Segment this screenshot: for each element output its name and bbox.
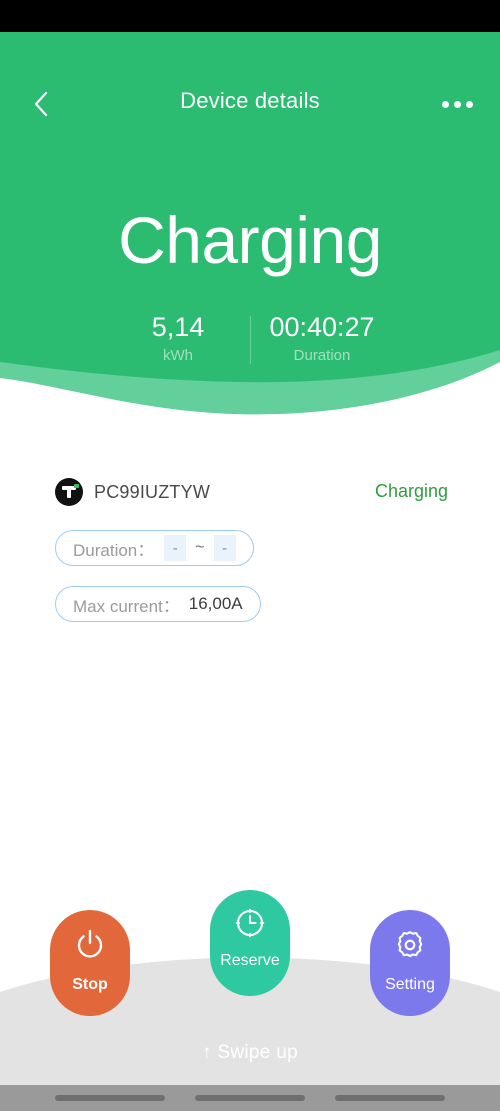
reserve-button-label: Reserve: [220, 952, 280, 969]
setting-button[interactable]: Setting: [370, 910, 450, 1016]
max-current-value: 16,00A: [188, 594, 243, 613]
device-identity: PC99IUZTYW: [55, 478, 210, 506]
stat-value: 5,14: [151, 312, 205, 342]
more-dot: [441, 100, 449, 108]
stat-label: Duration: [293, 347, 351, 364]
logo-t-stem: [67, 486, 71, 498]
reserve-button[interactable]: Reserve: [210, 890, 290, 996]
device-status-badge: Charging: [374, 481, 448, 501]
charging-state-title: Charging: [118, 203, 382, 277]
duration-label: Duration：: [73, 540, 155, 560]
logo-accent-dot: [74, 483, 79, 488]
app-screen: Device details Charging 5,14 kWh 00:40:2…: [0, 0, 500, 1111]
stat-divider: [249, 316, 251, 364]
hero-stats: 5,14 kWh 00:40:27 Duration: [0, 310, 500, 368]
device-row[interactable]: PC99IUZTYW Charging: [0, 478, 500, 512]
app-bar: Device details: [0, 32, 500, 117]
tuya-t-logo-icon: [55, 478, 83, 506]
duration-end-chip[interactable]: -: [213, 535, 236, 561]
stop-button-label: Stop: [72, 976, 108, 993]
stat-energy: 5,14 kWh: [116, 310, 241, 368]
clock-icon: [210, 906, 290, 940]
stat-label: kWh: [163, 347, 193, 364]
status-bar: [0, 0, 500, 32]
hero-section: Device details Charging 5,14 kWh 00:40:2…: [0, 32, 500, 422]
more-options-button[interactable]: [436, 87, 478, 121]
duration-range-chips: - ~ -: [164, 535, 236, 561]
nav-back-button[interactable]: [335, 1095, 445, 1101]
duration-start-chip[interactable]: -: [164, 535, 187, 561]
duration-range-pill[interactable]: Duration： - ~ -: [55, 530, 254, 566]
more-dot: [453, 100, 461, 108]
max-current-label: Max current：: [73, 596, 180, 616]
setting-button-label: Setting: [385, 976, 435, 993]
nav-home-button[interactable]: [195, 1095, 305, 1101]
system-navigation-bar: [0, 1085, 500, 1111]
swipe-up-hint[interactable]: ↑ Swipe up: [0, 1042, 500, 1064]
duration-separator: ~: [195, 539, 205, 556]
stat-duration: 00:40:27 Duration: [260, 310, 385, 368]
gear-icon: [370, 928, 450, 962]
nav-recents-button[interactable]: [55, 1095, 165, 1101]
power-icon: [50, 928, 130, 962]
device-id: PC99IUZTYW: [94, 481, 211, 502]
stat-value: 00:40:27: [269, 312, 375, 342]
max-current-pill[interactable]: Max current： 16,00A: [55, 586, 261, 622]
more-dot: [465, 100, 473, 108]
page-title: Device details: [180, 88, 320, 113]
stop-button[interactable]: Stop: [50, 910, 130, 1016]
